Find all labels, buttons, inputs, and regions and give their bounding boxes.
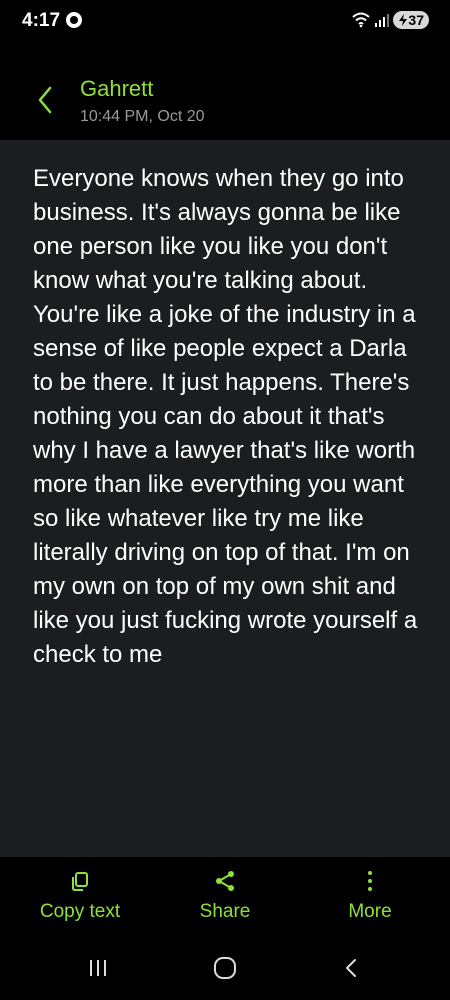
message-timestamp: 10:44 PM, Oct 20 bbox=[80, 108, 205, 125]
more-label: More bbox=[348, 901, 392, 922]
message-panel: Everyone knows when they go into busines… bbox=[0, 140, 450, 857]
share-button[interactable]: Share bbox=[160, 869, 290, 923]
signal-icon bbox=[375, 14, 389, 27]
copy-text-label: Copy text bbox=[39, 901, 121, 922]
more-vertical-icon bbox=[368, 871, 372, 891]
status-time: 4:17 bbox=[22, 10, 61, 31]
wifi-icon bbox=[352, 12, 370, 28]
message-header: Gahrett 10:44 PM, Oct 20 bbox=[0, 60, 450, 140]
system-nav-bar bbox=[0, 942, 450, 1000]
battery-icon: 37 bbox=[393, 11, 429, 29]
back-button[interactable] bbox=[30, 80, 62, 120]
share-icon bbox=[216, 871, 234, 891]
charging-bolt-icon bbox=[399, 14, 407, 26]
chevron-left-icon bbox=[38, 86, 52, 114]
home-icon[interactable] bbox=[212, 956, 238, 980]
battery-level: 37 bbox=[408, 12, 424, 28]
copy-text-button[interactable]: Copy text bbox=[15, 869, 145, 923]
status-bar: 4:17 37 bbox=[0, 0, 450, 44]
copy-icon bbox=[72, 872, 88, 891]
recent-apps-icon[interactable] bbox=[86, 956, 110, 980]
action-bar: Copy text Share More bbox=[0, 857, 450, 942]
contact-name: Gahrett bbox=[80, 76, 154, 101]
more-button[interactable]: More bbox=[305, 869, 435, 923]
messenger-icon bbox=[66, 12, 82, 28]
share-label: Share bbox=[199, 901, 251, 922]
message-body[interactable]: Everyone knows when they go into busines… bbox=[33, 162, 428, 672]
back-nav-icon[interactable] bbox=[340, 956, 364, 980]
